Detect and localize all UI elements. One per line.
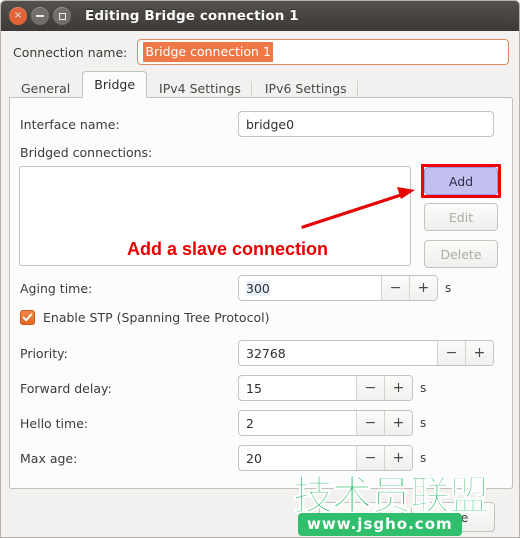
tab-bridge[interactable]: Bridge (82, 71, 148, 98)
hello-time-unit: s (420, 416, 427, 430)
interface-name-label: Interface name: (20, 116, 120, 132)
max-age-label: Max age: (20, 450, 78, 466)
plus-icon: + (417, 280, 430, 296)
priority-spinner[interactable]: 32768 − + (238, 340, 494, 366)
dialog-content: Connection name: Bridge connection 1 Gen… (1, 31, 519, 537)
tab-ipv6-settings-label: IPv6 Settings (264, 80, 347, 96)
priority-increment-button[interactable]: + (465, 341, 493, 365)
aging-time-value: 300 (246, 280, 270, 296)
aging-time-label: Aging time: (20, 280, 93, 296)
window-title: Editing Bridge connection 1 (85, 8, 299, 24)
enable-stp-checkbox[interactable] (20, 310, 35, 325)
max-age-increment-button[interactable]: + (384, 446, 412, 470)
hello-time-value: 2 (246, 415, 254, 431)
priority-row: Priority: 32768 − + (20, 340, 504, 366)
minus-icon: − (445, 345, 458, 361)
tab-divider (250, 81, 252, 97)
watermark-url: www.jsgho.com (298, 513, 462, 536)
delete-button[interactable]: Delete (424, 240, 498, 268)
enable-stp-label: Enable STP (Spanning Tree Protocol) (43, 310, 270, 325)
aging-time-row: Aging time: 300 − + s (20, 275, 504, 301)
watermark-brand: 技术员联盟 (293, 473, 490, 519)
connection-name-input[interactable]: Bridge connection 1 (137, 39, 509, 65)
forward-delay-row: Forward delay: 15 − + s (20, 375, 504, 401)
max-age-unit: s (420, 451, 427, 465)
tab-general-label: General (21, 80, 71, 96)
edit-button-label: Edit (448, 209, 474, 225)
tab-ipv4-settings-label: IPv4 Settings (159, 80, 241, 96)
forward-delay-increment-button[interactable]: + (384, 376, 412, 400)
maximize-icon (58, 12, 66, 20)
bridged-connections-label: Bridged connections: (20, 145, 153, 160)
minus-icon: − (364, 450, 377, 466)
forward-delay-unit: s (420, 381, 427, 395)
add-button-label: Add (448, 173, 474, 189)
close-icon: × (13, 10, 23, 21)
max-age-spinner[interactable]: 20 − + (238, 445, 413, 471)
priority-label: Priority: (20, 345, 68, 361)
max-age-decrement-button[interactable]: − (356, 446, 384, 470)
edit-button[interactable]: Edit (424, 203, 498, 231)
connection-name-value: Bridge connection 1 (143, 42, 273, 62)
maximize-button[interactable] (53, 7, 71, 25)
priority-value-wrap[interactable]: 32768 (239, 341, 437, 365)
max-age-row: Max age: 20 − + s (20, 445, 504, 471)
priority-decrement-button[interactable]: − (437, 341, 465, 365)
minus-icon: − (389, 280, 402, 296)
max-age-value-wrap[interactable]: 20 (239, 446, 356, 470)
window-controls: × (9, 7, 71, 25)
tab-bridge-label: Bridge (94, 77, 136, 92)
priority-value: 32768 (246, 345, 286, 361)
hello-time-increment-button[interactable]: + (384, 411, 412, 435)
hello-time-label: Hello time: (20, 415, 89, 431)
plus-icon: + (473, 345, 486, 361)
forward-delay-value: 15 (246, 380, 262, 396)
forward-delay-decrement-button[interactable]: − (356, 376, 384, 400)
plus-icon: + (392, 380, 405, 396)
hello-time-decrement-button[interactable]: − (356, 411, 384, 435)
add-button[interactable]: Add (424, 167, 498, 195)
enable-stp-checkbox-row[interactable]: Enable STP (Spanning Tree Protocol) (20, 310, 269, 325)
interface-name-input[interactable]: bridge0 (238, 111, 494, 137)
close-button[interactable]: × (9, 7, 27, 25)
aging-time-value-wrap[interactable]: 300 (239, 276, 381, 300)
hello-time-value-wrap[interactable]: 2 (239, 411, 356, 435)
annotation-text: Add a slave connection (127, 239, 329, 259)
minus-icon: − (364, 380, 377, 396)
interface-name-row: Interface name: bridge0 (20, 111, 504, 137)
plus-icon: + (392, 450, 405, 466)
minus-icon: − (364, 415, 377, 431)
connection-name-label: Connection name: (13, 44, 128, 60)
plus-icon: + (392, 415, 405, 431)
connection-name-row: Connection name: Bridge connection 1 (1, 37, 519, 67)
aging-time-increment-button[interactable]: + (409, 276, 437, 300)
tab-divider (356, 81, 358, 97)
tab-strip: General Bridge IPv4 Settings IPv6 Settin… (9, 71, 513, 98)
max-age-value: 20 (246, 450, 262, 466)
forward-delay-spinner[interactable]: 15 − + (238, 375, 413, 401)
hello-time-spinner[interactable]: 2 − + (238, 410, 413, 436)
aging-time-unit: s (445, 281, 452, 295)
forward-delay-value-wrap[interactable]: 15 (239, 376, 356, 400)
bridge-tab-panel: Interface name: bridge0 Bridged connecti… (9, 97, 513, 489)
forward-delay-label: Forward delay: (20, 380, 112, 396)
check-icon (22, 313, 33, 322)
hello-time-row: Hello time: 2 − + s (20, 410, 504, 436)
minimize-icon (36, 15, 44, 17)
dialog-window: × Editing Bridge connection 1 Connection… (0, 0, 520, 538)
delete-button-label: Delete (440, 246, 482, 262)
title-bar: × Editing Bridge connection 1 (1, 1, 519, 31)
aging-time-decrement-button[interactable]: − (381, 276, 409, 300)
aging-time-spinner[interactable]: 300 − + (238, 275, 438, 301)
minimize-button[interactable] (31, 7, 49, 25)
